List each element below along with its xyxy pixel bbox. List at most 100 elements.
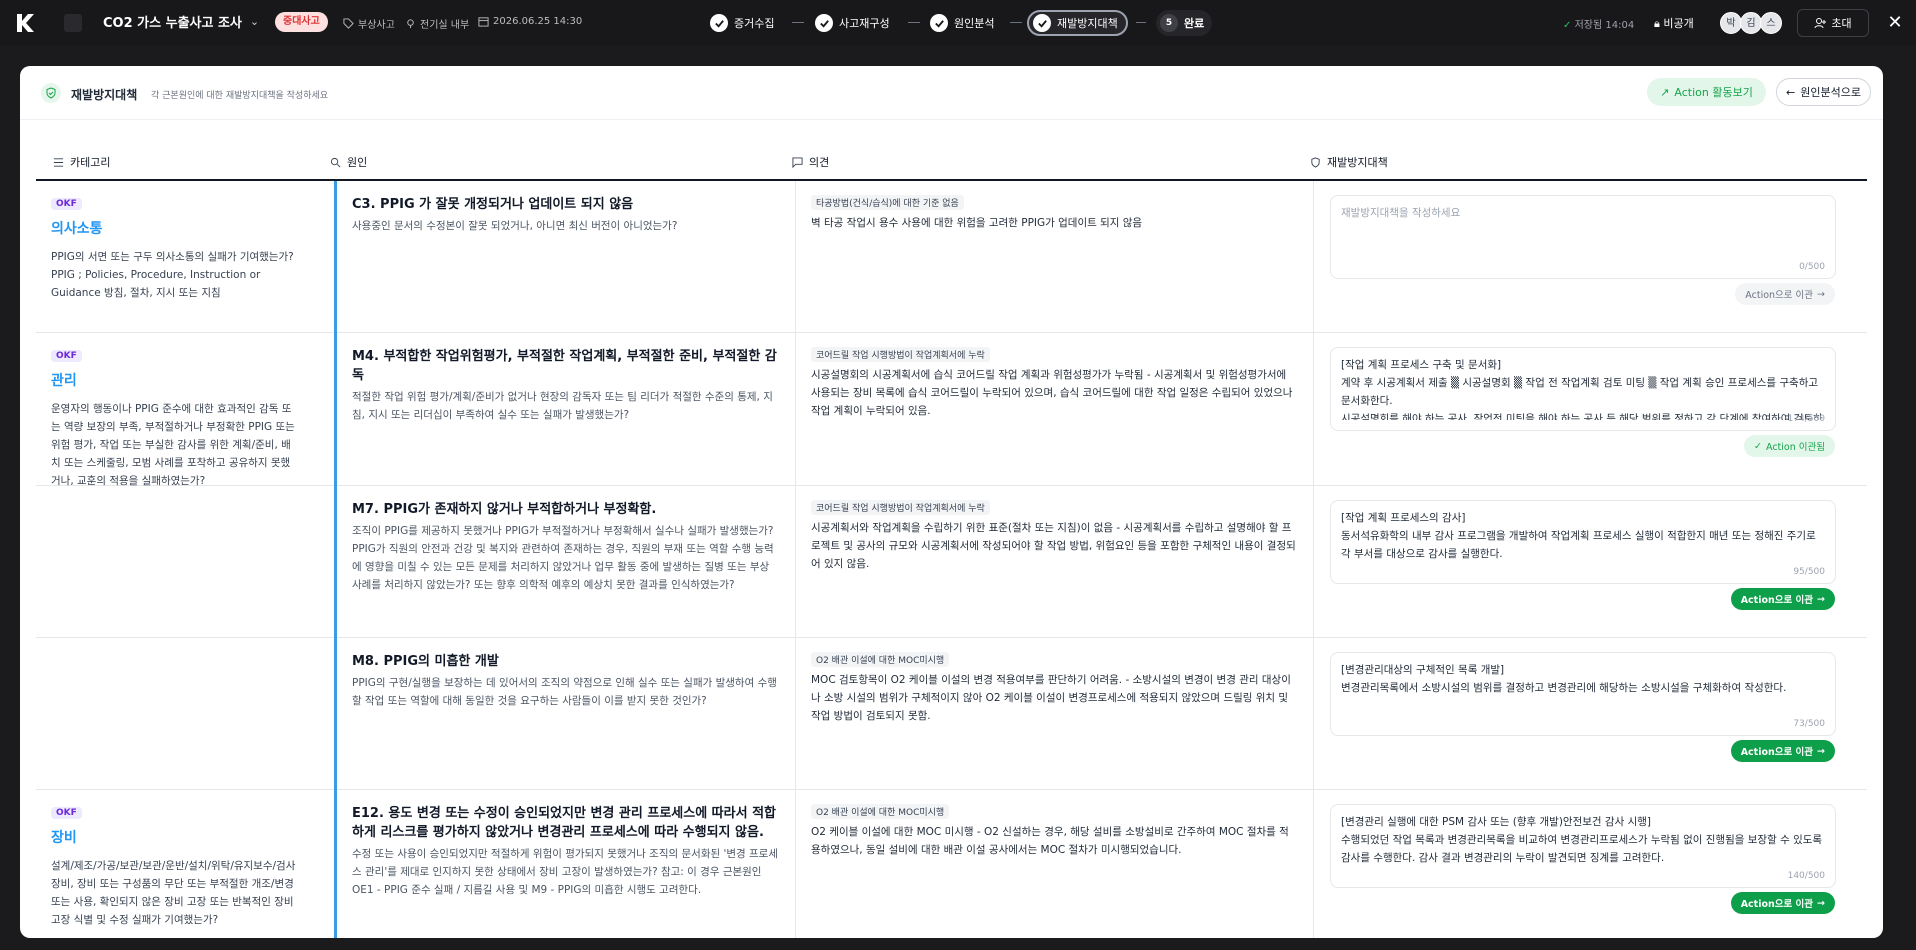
column-header-prevention: 재발방지대책 <box>1310 151 1388 173</box>
prevention-text: [작업 계획 프로세스 구축 및 문서화] 계약 후 시공계획서 제출 ▒ 시공… <box>1341 359 1823 420</box>
panel-header: 재발방지대책 각 근본원인에 대한 재발방지대책을 작성하세요 ↗ Action… <box>20 66 1883 120</box>
comment-icon <box>792 156 803 168</box>
panel-subtitle: 각 근본원인에 대한 재발방지대책을 작성하세요 <box>151 91 329 101</box>
privacy-toggle[interactable]: 🔒︎ 비공개 <box>1654 15 1694 31</box>
avatar[interactable]: 스 <box>1760 12 1782 34</box>
category-description: PPIG의 서면 또는 구두 의사소통의 실패가 기여했는가? PPIG ; P… <box>51 251 294 299</box>
cause-title: M7. PPIG가 존재하지 않거나 부적합하거나 부정확함. <box>352 502 657 517</box>
injury-meta: 부상사고 <box>343 16 395 31</box>
step-prevention[interactable]: 재발방지대책 <box>1027 10 1128 36</box>
shield-icon <box>41 83 61 103</box>
step-cause-analysis[interactable]: 원인분석 <box>930 10 994 36</box>
char-count: 0/500 <box>1799 262 1825 272</box>
transfer-action-label: Action으로 이관 <box>1740 899 1814 910</box>
injury-text: 부상사고 <box>358 20 395 31</box>
opinion-cell: 타공방법(건식/습식)에 대한 기준 없음 벽 타공 작업시 용수 사용에 대한… <box>795 181 1312 333</box>
action-view-button[interactable]: ↗ Action 활동보기 <box>1647 78 1766 106</box>
step-complete[interactable]: 5 완료 <box>1156 10 1213 36</box>
cause-description: PPIG의 구현/실행을 보장하는 데 있어서의 조직의 약점으로 인해 실수 … <box>352 677 777 707</box>
step-label: 완료 <box>1184 17 1205 30</box>
app-logo-icon[interactable] <box>14 12 36 34</box>
avatar[interactable]: 김 <box>1740 12 1762 34</box>
step-connector <box>1136 22 1146 23</box>
location-text: 전기실 내부 <box>420 20 470 31</box>
prevention-cell: [작업 계획 프로세스의 감사] 동서석유화학의 내부 감사 프로그램을 개발하… <box>1313 486 1851 638</box>
step-connector <box>792 22 804 23</box>
check-icon <box>815 14 833 32</box>
category-description: 운영자의 행동이나 PPIG 준수에 대한 효과적인 감독 또는 역량 보장의 … <box>51 403 295 487</box>
action-view-label: Action 활동보기 <box>1674 86 1753 99</box>
prevention-cell: 재발방지대책을 작성하세요 0/500 Action으로 이관 → <box>1313 181 1851 333</box>
transfer-action-button[interactable]: Action으로 이관 → <box>1730 892 1835 914</box>
category-description: 설계/제조/가공/보관/보관/운반/설치/위탁/유지보수/검사 장비, 장비 또… <box>51 860 296 926</box>
opinion-text: 시공설명회의 시공계획서에 습식 코어드릴 작업 계획과 위험성평가가 누락됨 … <box>811 369 1293 417</box>
add-user-icon <box>1814 18 1827 29</box>
avatar[interactable]: 박 <box>1720 12 1742 34</box>
panel-title: 재발방지대책 <box>71 88 138 102</box>
column-label: 카테고리 <box>70 156 111 169</box>
step-evidence[interactable]: 증거수집 <box>710 10 774 36</box>
cause-cell: M8. PPIG의 미흡한 개발 PPIG의 구현/실행을 보장하는 데 있어서… <box>334 638 794 790</box>
transfer-action-button[interactable]: Action으로 이관 → <box>1730 588 1835 610</box>
prevention-textarea[interactable]: [변경관리대상의 구체적인 목록 개발] 변경관리목록에서 소방시설의 범위를 … <box>1330 652 1836 736</box>
step-connector <box>1010 22 1022 23</box>
step-label: 사고재구성 <box>839 17 890 30</box>
opinion-cell: 코어드릴 작업 시행방법이 작업계획서에 누락 시공설명회의 시공계획서에 습식… <box>795 333 1312 486</box>
opinion-text: MOC 검토항목이 O2 케이블 이설의 변경 적용여부를 판단하기 어려움. … <box>811 674 1291 722</box>
arrow-left-icon: ← <box>1786 85 1796 99</box>
prevention-textarea[interactable]: [변경관리 실행에 대한 PSM 감사 또는 (향후 개발)안전보건 감사 시행… <box>1330 804 1836 888</box>
prevention-text: [변경관리 실행에 대한 PSM 감사 또는 (향후 개발)안전보건 감사 시행… <box>1341 816 1823 864</box>
transfer-action-button[interactable]: Action으로 이관 → <box>1735 283 1835 305</box>
opinion-tag: 코어드릴 작업 시행방법이 작업계획서에 누락 <box>811 500 990 515</box>
step-reconstruction[interactable]: 사고재구성 <box>815 10 890 36</box>
cause-title: M8. PPIG의 미흡한 개발 <box>352 654 499 669</box>
back-label: 원인분석으로 <box>1800 86 1861 99</box>
prevention-textarea[interactable]: 재발방지대책을 작성하세요 0/500 <box>1330 195 1836 279</box>
incident-title-dropdown[interactable]: CO2 가스 누출사고 조사 ⌄ <box>103 12 259 31</box>
arrow-right-icon: → <box>1817 745 1825 757</box>
prevention-textarea[interactable]: [작업 계획 프로세스의 감사] 동서석유화학의 내부 감사 프로그램을 개발하… <box>1330 500 1836 584</box>
location-meta: 전기실 내부 <box>405 16 469 31</box>
cause-title: M4. 부적합한 작업위험평가, 부적절한 작업계획, 부적절한 준비, 부적절… <box>352 349 777 383</box>
opinion-text: 시공계획서와 작업계획을 수립하기 위한 표준(절차 또는 지침)이 없음 - … <box>811 522 1296 570</box>
category-badge: OKF <box>51 350 82 362</box>
check-icon: ✓ <box>1563 20 1572 31</box>
close-icon[interactable]: ✕ <box>1885 13 1905 33</box>
calendar-icon <box>478 17 489 27</box>
transfer-action-button[interactable]: Action으로 이관 → <box>1730 740 1835 762</box>
step-label: 원인분석 <box>954 17 995 30</box>
column-label: 재발방지대책 <box>1327 156 1388 169</box>
check-icon <box>1033 14 1051 32</box>
back-to-analysis-button[interactable]: ← 원인분석으로 <box>1776 78 1871 106</box>
list-icon <box>53 157 64 167</box>
datetime-meta: 2026.06.25 14:30 <box>478 16 582 27</box>
char-count: 174/500 <box>1787 414 1825 424</box>
cause-description: 사용중인 문서의 수정본이 잘못 되었거나, 아니면 최신 버전이 아니었는가? <box>352 220 678 232</box>
prevention-cell: [변경관리 실행에 대한 PSM 감사 또는 (향후 개발)안전보건 감사 시행… <box>1313 790 1851 938</box>
column-header-cause: 원인 <box>330 151 367 173</box>
invite-label: 초대 <box>1831 17 1852 30</box>
transferred-action-button[interactable]: ✓ Action 이관됨 <box>1744 435 1835 457</box>
prevention-text: [작업 계획 프로세스의 감사] 동서석유화학의 내부 감사 프로그램을 개발하… <box>1341 512 1816 560</box>
incident-title: CO2 가스 누출사고 조사 <box>103 16 242 31</box>
column-label: 원인 <box>347 156 368 169</box>
category-name: 관리 <box>51 373 77 389</box>
invite-button[interactable]: 초대 <box>1797 9 1869 37</box>
cause-cell: M4. 부적합한 작업위험평가, 부적절한 작업계획, 부적절한 준비, 부적절… <box>334 333 794 486</box>
save-status: ✓ 저장됨 14:04 <box>1563 16 1634 31</box>
save-status-text: 저장됨 14:04 <box>1574 20 1635 31</box>
char-count: 73/500 <box>1793 719 1825 729</box>
cause-cell: M7. PPIG가 존재하지 않거나 부적합하거나 부정확함. 조직이 PPIG… <box>334 486 794 638</box>
privacy-text: 비공개 <box>1663 17 1694 30</box>
step-connector <box>908 22 920 23</box>
top-bar: CO2 가스 누출사고 조사 ⌄ 중대사고 부상사고 전기실 내부 2026.0… <box>0 0 1916 46</box>
category-badge: OKF <box>51 198 82 210</box>
opinion-tag: O2 배관 이설에 대한 MOC미시행 <box>811 652 950 667</box>
category-cell: OKF 의사소통 PPIG의 서면 또는 구두 의사소통의 실패가 기여했는가?… <box>36 181 330 302</box>
prevention-text: [변경관리대상의 구체적인 목록 개발] 변경관리목록에서 소방시설의 범위를 … <box>1341 664 1787 694</box>
opinion-tag: 타공방법(건식/습식)에 대한 기준 없음 <box>811 195 964 210</box>
lock-icon: 🔒︎ <box>1654 17 1660 30</box>
category-name: 의사소통 <box>51 221 103 237</box>
search-icon <box>330 157 341 167</box>
prevention-textarea[interactable]: [작업 계획 프로세스 구축 및 문서화] 계약 후 시공계획서 제출 ▒ 시공… <box>1330 347 1836 431</box>
